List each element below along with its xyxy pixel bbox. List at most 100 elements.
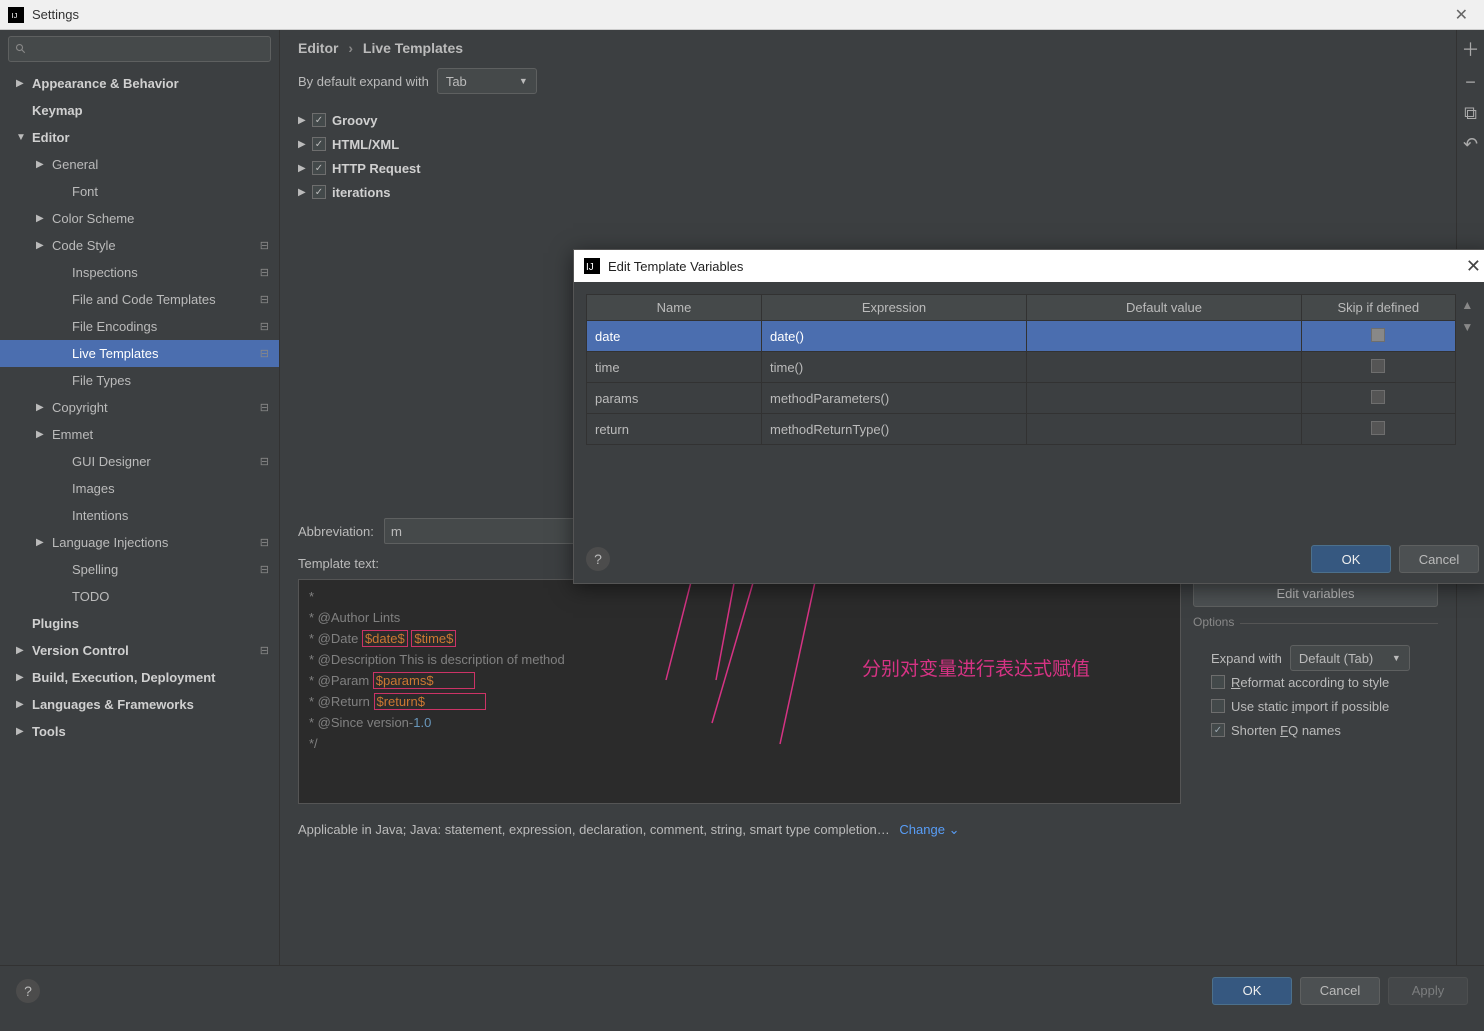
dialog-cancel-button[interactable]: Cancel [1399, 545, 1479, 573]
expand-arrow-icon: ▶ [16, 726, 28, 737]
cell-skip[interactable] [1302, 414, 1456, 445]
sidebar-item-intentions[interactable]: Intentions [0, 502, 279, 529]
move-down-button[interactable]: ▼ [1461, 320, 1473, 334]
group-checkbox[interactable]: ✓ [312, 137, 326, 151]
cell-default[interactable] [1027, 383, 1302, 414]
move-up-button[interactable]: ▲ [1461, 298, 1473, 312]
cell-expression[interactable]: methodReturnType() [762, 414, 1027, 445]
reformat-checkbox[interactable] [1211, 675, 1225, 689]
sidebar-item-file-and-code-templates[interactable]: File and Code Templates⊟ [0, 286, 279, 313]
expand-arrow-icon: ▶ [298, 163, 312, 174]
cell-expression[interactable]: date() [762, 321, 1027, 352]
template-group-iterations[interactable]: ▶✓iterations [298, 180, 1438, 204]
add-template-button[interactable]: ＋ [1462, 36, 1480, 62]
sidebar-item-inspections[interactable]: Inspections⊟ [0, 259, 279, 286]
abbreviation-input[interactable] [384, 518, 604, 544]
group-checkbox[interactable]: ✓ [312, 161, 326, 175]
table-row[interactable]: paramsmethodParameters() [587, 383, 1456, 414]
cell-default[interactable] [1027, 321, 1302, 352]
variables-table[interactable]: Name Expression Default value Skip if de… [586, 294, 1456, 445]
sidebar-item-images[interactable]: Images [0, 475, 279, 502]
cell-expression[interactable]: time() [762, 352, 1027, 383]
expand-with-combo[interactable]: Tab ▼ [437, 68, 537, 94]
remove-template-button[interactable]: − [1465, 72, 1476, 93]
sidebar-item-version-control[interactable]: ▶Version Control⊟ [0, 637, 279, 664]
col-name: Name [587, 295, 762, 321]
sidebar-item-emmet[interactable]: ▶Emmet [0, 421, 279, 448]
sidebar-item-label: File Types [72, 373, 271, 388]
group-checkbox[interactable]: ✓ [312, 113, 326, 127]
cell-name[interactable]: return [587, 414, 762, 445]
help-button[interactable]: ? [586, 547, 610, 571]
sidebar-item-build-execution-deployment[interactable]: ▶Build, Execution, Deployment [0, 664, 279, 691]
footer-ok-button[interactable]: OK [1212, 977, 1292, 1005]
sidebar-item-font[interactable]: Font [0, 178, 279, 205]
sidebar-item-live-templates[interactable]: Live Templates⊟ [0, 340, 279, 367]
breadcrumb-editor[interactable]: Editor [298, 40, 338, 56]
revert-template-button[interactable]: ↶ [1463, 134, 1478, 155]
sidebar-item-label: Keymap [32, 103, 271, 118]
sidebar-item-language-injections[interactable]: ▶Language Injections⊟ [0, 529, 279, 556]
expand-arrow-icon: ▶ [36, 537, 48, 548]
cell-default[interactable] [1027, 414, 1302, 445]
sidebar-item-color-scheme[interactable]: ▶Color Scheme [0, 205, 279, 232]
expand-with-label: By default expand with [298, 74, 429, 89]
sidebar-item-spelling[interactable]: Spelling⊟ [0, 556, 279, 583]
window-close-button[interactable]: ✕ [1447, 5, 1476, 25]
footer-cancel-button[interactable]: Cancel [1300, 977, 1380, 1005]
expand-arrow-icon: ▶ [16, 699, 28, 710]
var-time: $time$ [411, 630, 456, 647]
table-row[interactable]: datedate() [587, 321, 1456, 352]
window-titlebar: IJ Settings ✕ [0, 0, 1484, 30]
svg-text:IJ: IJ [12, 11, 18, 20]
col-expression: Expression [762, 295, 1027, 321]
dialog-close-button[interactable]: ✕ [1466, 256, 1481, 277]
sidebar-item-keymap[interactable]: Keymap [0, 97, 279, 124]
sidebar-item-plugins[interactable]: Plugins [0, 610, 279, 637]
static-import-checkbox[interactable] [1211, 699, 1225, 713]
template-text-editor[interactable]: * * @Author Lints * @Date $date$ $time$ … [298, 579, 1181, 804]
search-input[interactable] [8, 36, 271, 62]
template-group-groovy[interactable]: ▶✓Groovy [298, 108, 1438, 132]
cell-name[interactable]: params [587, 383, 762, 414]
table-row[interactable]: returnmethodReturnType() [587, 414, 1456, 445]
sidebar-item-file-types[interactable]: File Types [0, 367, 279, 394]
copy-template-button[interactable]: ⧉ [1464, 103, 1477, 124]
sidebar-item-general[interactable]: ▶General [0, 151, 279, 178]
cell-default[interactable] [1027, 352, 1302, 383]
dialog-ok-button[interactable]: OK [1311, 545, 1391, 573]
edit-template-variables-dialog: IJ Edit Template Variables ✕ Name Expres… [573, 249, 1484, 584]
sidebar-item-copyright[interactable]: ▶Copyright⊟ [0, 394, 279, 421]
group-checkbox[interactable]: ✓ [312, 185, 326, 199]
sidebar-item-label: General [52, 157, 271, 172]
template-group-html-xml[interactable]: ▶✓HTML/XML [298, 132, 1438, 156]
sidebar-item-label: Tools [32, 724, 271, 739]
option-expand-with-combo[interactable]: Default (Tab) ▼ [1290, 645, 1410, 671]
cell-name[interactable]: date [587, 321, 762, 352]
sidebar-item-gui-designer[interactable]: GUI Designer⊟ [0, 448, 279, 475]
expand-arrow-icon: ▶ [16, 645, 28, 656]
footer-apply-button[interactable]: Apply [1388, 977, 1468, 1005]
sidebar-item-editor[interactable]: ▼Editor [0, 124, 279, 151]
cell-skip[interactable] [1302, 321, 1456, 352]
cell-skip[interactable] [1302, 352, 1456, 383]
footer-help-button[interactable]: ? [16, 979, 40, 1003]
cell-skip[interactable] [1302, 383, 1456, 414]
shorten-fq-checkbox[interactable] [1211, 723, 1225, 737]
breadcrumb: Editor › Live Templates [298, 40, 1438, 56]
sidebar-item-todo[interactable]: TODO [0, 583, 279, 610]
sidebar-item-code-style[interactable]: ▶Code Style⊟ [0, 232, 279, 259]
sidebar-item-tools[interactable]: ▶ Tools [0, 718, 279, 745]
cell-name[interactable]: time [587, 352, 762, 383]
change-context-link[interactable]: Change ⌄ [899, 822, 959, 837]
var-params: $params$ [373, 672, 475, 689]
sidebar-item-languages-frameworks[interactable]: ▶Languages & Frameworks [0, 691, 279, 718]
cell-expression[interactable]: methodParameters() [762, 383, 1027, 414]
sidebar-item-label: Copyright [52, 400, 271, 415]
sidebar-item-appearance-behavior[interactable]: ▶Appearance & Behavior [0, 70, 279, 97]
sidebar-item-label: GUI Designer [72, 454, 271, 469]
template-group-http-request[interactable]: ▶✓HTTP Request [298, 156, 1438, 180]
table-row[interactable]: timetime() [587, 352, 1456, 383]
sidebar-item-file-encodings[interactable]: File Encodings⊟ [0, 313, 279, 340]
group-label: HTML/XML [332, 137, 399, 152]
